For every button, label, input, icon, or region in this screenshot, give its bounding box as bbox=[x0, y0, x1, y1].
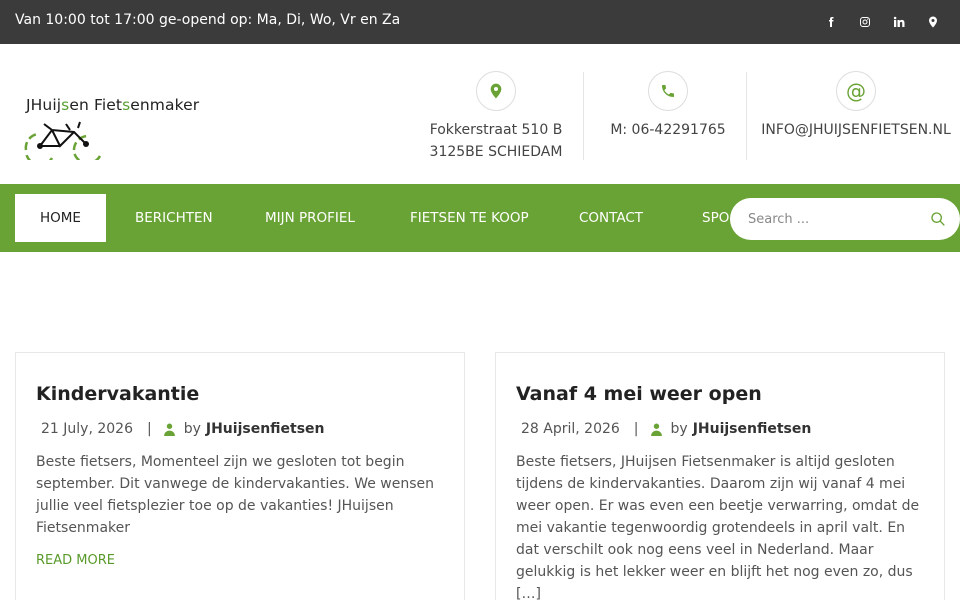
read-more-link[interactable]: READ MORE bbox=[36, 553, 115, 568]
post-by: by bbox=[670, 421, 688, 437]
search-icon[interactable] bbox=[930, 211, 946, 227]
post-title[interactable]: Kindervakantie bbox=[36, 383, 199, 405]
phone-icon bbox=[648, 71, 688, 111]
nav-item-home[interactable]: HOME bbox=[15, 194, 106, 242]
search-box bbox=[730, 198, 960, 240]
nav-item-mijn-profiel[interactable]: MIJN PROFIEL bbox=[265, 194, 355, 242]
meta-separator: | bbox=[146, 421, 152, 437]
main-navigation: HOME BERICHTEN MIJN PROFIEL FIETSEN TE K… bbox=[0, 184, 960, 252]
email-block: @ INFO@JHUIJSENFIETSEN.NL bbox=[760, 71, 952, 141]
location-pin-icon bbox=[476, 71, 516, 111]
user-icon bbox=[650, 423, 662, 436]
address-line-1: Fokkerstraat 510 B bbox=[429, 122, 563, 138]
logo-text: JHuijsen Fietsenmaker bbox=[26, 96, 200, 114]
address-block: Fokkerstraat 510 B 3125BE SCHIEDAM bbox=[426, 71, 566, 163]
post-by: by bbox=[183, 421, 201, 437]
opening-hours-text: Van 10:00 tot 17:00 ge-opend op: Ma, Di,… bbox=[15, 12, 401, 28]
post-excerpt: Beste fietsers, JHuijsen Fietsenmaker is… bbox=[516, 454, 920, 600]
site-header: JHuijsen Fietsenmaker Fokkerstraat 510 B… bbox=[0, 44, 960, 184]
top-bar: Van 10:00 tot 17:00 ge-opend op: Ma, Di,… bbox=[0, 0, 960, 44]
nav-item-spo[interactable]: SPO bbox=[702, 194, 729, 242]
user-icon bbox=[163, 423, 175, 436]
post-meta: 21 July, 2026 | by JHuijsenfietsen bbox=[41, 421, 325, 437]
social-links bbox=[814, 0, 950, 44]
linkedin-icon[interactable] bbox=[882, 0, 916, 44]
tandem-bike-logo-icon bbox=[24, 121, 102, 160]
post-meta: 28 April, 2026 | by JHuijsenfietsen bbox=[521, 421, 811, 437]
phone-number[interactable]: M: 06-42291765 bbox=[600, 119, 736, 141]
site-logo[interactable]: JHuijsen Fietsenmaker bbox=[22, 92, 222, 164]
map-pin-icon[interactable] bbox=[916, 0, 950, 44]
post-date: 28 April, 2026 bbox=[521, 421, 620, 437]
post-card: Vanaf 4 mei weer open 28 April, 2026 | b… bbox=[495, 352, 945, 600]
address-line-2: 3125BE SCHIEDAM bbox=[429, 144, 563, 160]
nav-item-contact[interactable]: CONTACT bbox=[579, 194, 643, 242]
post-author[interactable]: JHuijsenfietsen bbox=[693, 421, 812, 437]
search-input[interactable] bbox=[748, 198, 908, 240]
nav-item-berichten[interactable]: BERICHTEN bbox=[135, 194, 213, 242]
facebook-icon[interactable] bbox=[814, 0, 848, 44]
post-author[interactable]: JHuijsenfietsen bbox=[206, 421, 325, 437]
post-title[interactable]: Vanaf 4 mei weer open bbox=[516, 383, 762, 405]
email-address[interactable]: INFO@JHUIJSENFIETSEN.NL bbox=[760, 119, 952, 141]
meta-separator: | bbox=[633, 421, 639, 437]
post-date: 21 July, 2026 bbox=[41, 421, 133, 437]
at-sign-icon: @ bbox=[836, 71, 876, 111]
post-card: Kindervakantie 21 July, 2026 | by JHuijs… bbox=[15, 352, 465, 600]
post-excerpt: Beste fietsers, Momenteel zijn we geslot… bbox=[36, 454, 435, 536]
phone-block: M: 06-42291765 bbox=[600, 71, 736, 141]
header-divider bbox=[583, 72, 584, 160]
header-divider bbox=[746, 72, 747, 160]
instagram-icon[interactable] bbox=[848, 0, 882, 44]
nav-item-fietsen-te-koop[interactable]: FIETSEN TE KOOP bbox=[410, 194, 529, 242]
